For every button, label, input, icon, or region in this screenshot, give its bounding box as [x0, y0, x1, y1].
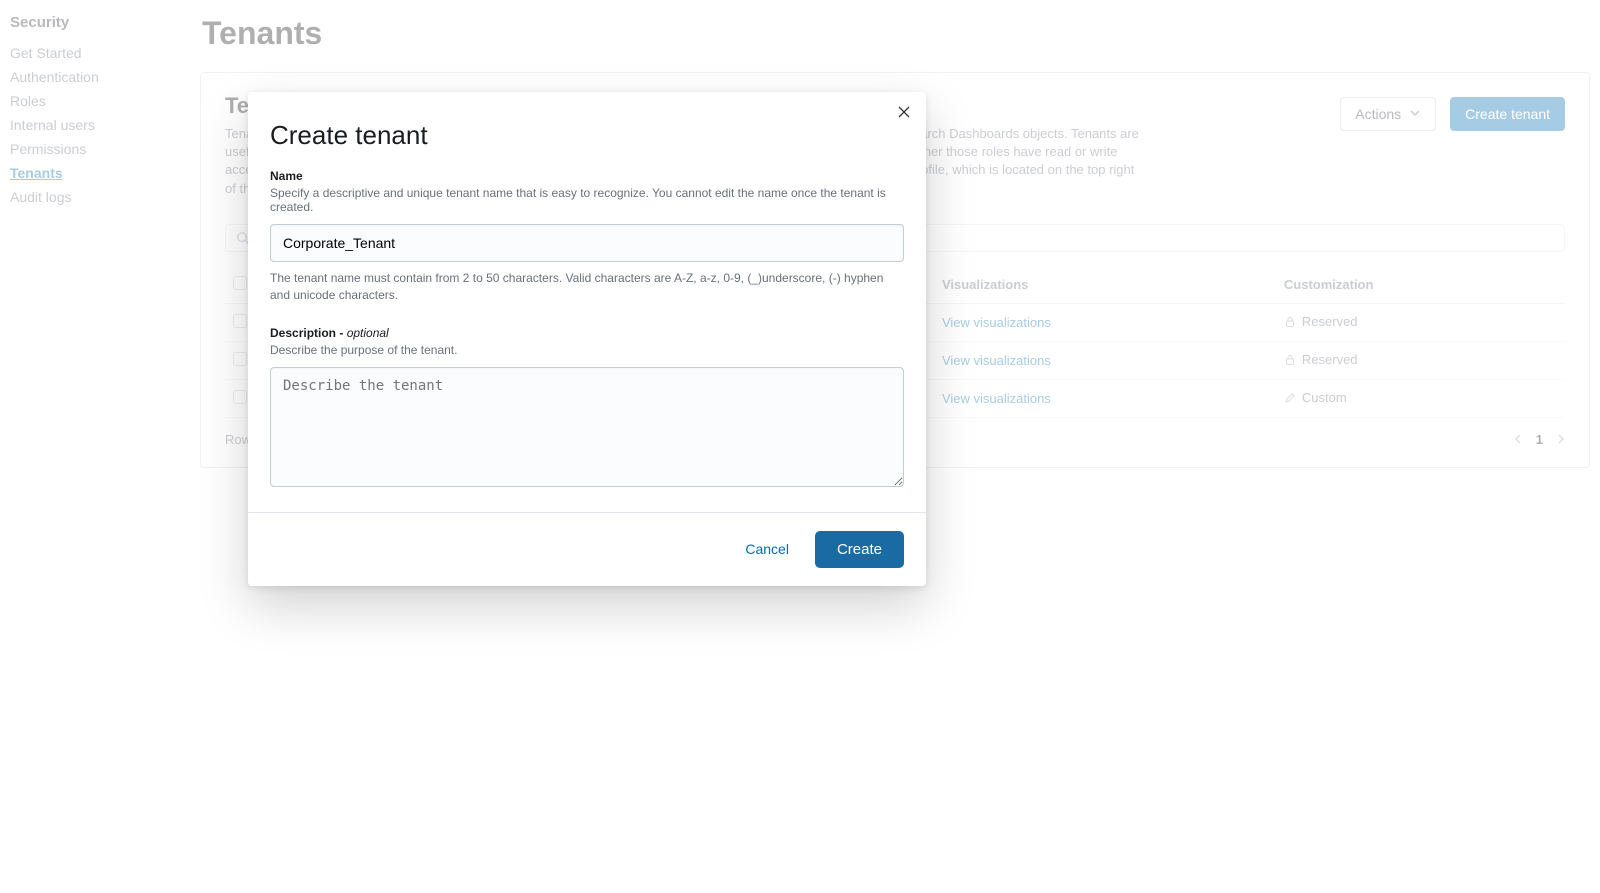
tenant-description-input[interactable] — [270, 367, 904, 487]
close-icon[interactable] — [894, 102, 914, 122]
description-hint: Describe the purpose of the tenant. — [270, 343, 904, 357]
create-tenant-modal: Create tenant Name Specify a descriptive… — [248, 92, 926, 586]
description-label: Description - optional — [270, 326, 904, 340]
create-button[interactable]: Create — [815, 531, 904, 568]
name-field-group: Name Specify a descriptive and unique te… — [270, 169, 904, 304]
modal-footer: Cancel Create — [248, 512, 926, 586]
modal-title: Create tenant — [270, 120, 904, 151]
tenant-name-input[interactable] — [270, 224, 904, 262]
name-note: The tenant name must contain from 2 to 5… — [270, 270, 904, 304]
name-label: Name — [270, 169, 904, 183]
name-hint: Specify a descriptive and unique tenant … — [270, 186, 904, 214]
description-field-group: Description - optional Describe the purp… — [270, 326, 904, 492]
cancel-button[interactable]: Cancel — [739, 533, 795, 565]
